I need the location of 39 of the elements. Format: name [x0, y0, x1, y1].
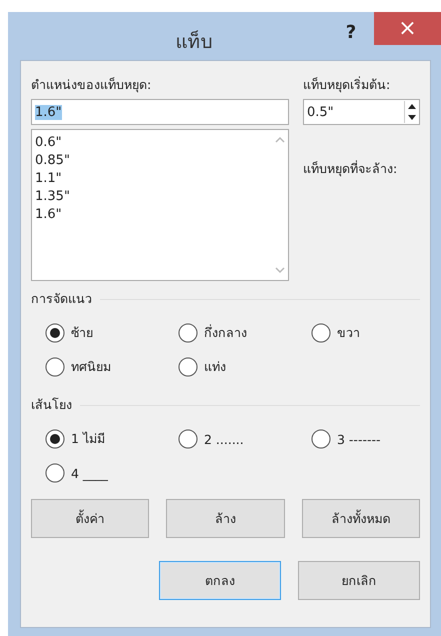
field-label: ตำแหน่งของแท็บหยุด: — [31, 76, 152, 93]
close-button[interactable]: × — [374, 12, 441, 45]
field-label: แท็บหยุดเริ่มต้น: — [303, 75, 392, 93]
field-value: 1.6" — [35, 104, 62, 120]
radio-button[interactable] — [311, 323, 331, 343]
spin-field[interactable]: 0.5" — [303, 99, 420, 125]
group-title: เส้นโยง — [31, 396, 72, 414]
dialog-button[interactable]: ตกลง — [159, 561, 281, 600]
radio-label[interactable]: 4 ____ — [71, 466, 108, 480]
list-item[interactable]: 1.1" — [35, 170, 268, 188]
radio-label[interactable]: ซ้าย — [71, 323, 93, 343]
help-button[interactable]: ? — [328, 16, 374, 48]
radio-button[interactable] — [45, 463, 65, 483]
list-item[interactable]: 0.6" — [35, 134, 268, 152]
radio-label[interactable]: กึ่งกลาง — [204, 323, 247, 343]
radio-button[interactable] — [45, 429, 65, 449]
radio-label[interactable]: 1 ไม่มี — [71, 429, 105, 449]
action-button[interactable]: ตั้งค่า — [31, 499, 150, 538]
radio-button[interactable] — [178, 357, 198, 377]
dialog-button[interactable]: ยกเลิก — [298, 561, 420, 600]
radio-label[interactable]: แท่ง — [204, 357, 226, 377]
radio-label[interactable]: ทศนิยม — [71, 357, 111, 377]
radio-label[interactable]: 2 ....... — [204, 432, 244, 446]
radio-button[interactable] — [45, 357, 65, 377]
radio-label[interactable]: 3 ------- — [337, 432, 380, 446]
radio-button[interactable] — [311, 429, 331, 449]
group-title: การจัดแนว — [31, 290, 92, 308]
window-title: แท็บ — [174, 29, 214, 55]
radio-button[interactable] — [45, 323, 65, 343]
action-button[interactable]: ล้างทั้งหมด — [302, 499, 420, 538]
list-item[interactable]: 0.85" — [35, 152, 268, 170]
radio-button[interactable] — [178, 323, 198, 343]
radio-button[interactable] — [178, 429, 198, 449]
input-field[interactable]: 1.6" — [31, 99, 289, 125]
action-button[interactable]: ล้าง — [166, 499, 285, 538]
list-item[interactable]: 1.35" — [35, 188, 268, 206]
field-label: แท็บหยุดที่จะล้าง: — [303, 159, 398, 177]
radio-label[interactable]: ขวา — [337, 323, 360, 343]
list-item[interactable]: 1.6" — [35, 206, 268, 224]
